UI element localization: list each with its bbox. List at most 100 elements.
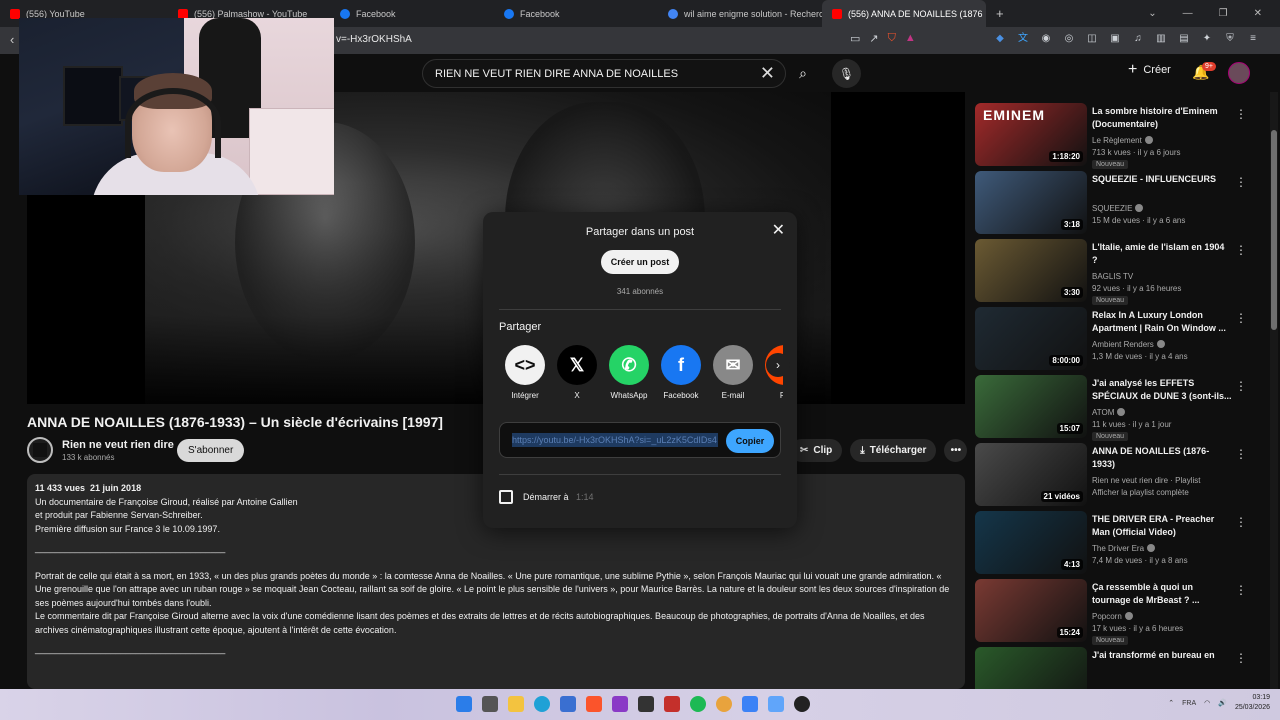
video-thumbnail[interactable]: 15:07 xyxy=(975,375,1087,438)
channel-avatar[interactable] xyxy=(27,437,53,463)
recommendation-item[interactable]: EMINEM 1:18:20 La sombre histoire d'Eminem… xyxy=(975,103,1245,169)
video-thumbnail[interactable]: 3:30 xyxy=(975,239,1087,302)
video-thumbnail[interactable]: 8:00:00 xyxy=(975,307,1087,370)
start-time-input[interactable]: 1:14 xyxy=(576,492,594,502)
recommendation-channel[interactable]: BAGLIS TV xyxy=(1092,272,1133,281)
video-thumbnail[interactable]: EMINEM 1:18:20 xyxy=(975,103,1087,166)
recommendation-item[interactable]: 3:30 L'Italie, amie de l'islam en 1904 ? B… xyxy=(975,239,1245,305)
recommendation-item[interactable]: J'ai transformé en bureau en ⋮ xyxy=(975,647,1245,689)
url-field[interactable]: v=-Hx3rOKHShA xyxy=(336,34,412,45)
recommendation-title[interactable]: Relax In A Luxury London Apartment | Rai… xyxy=(1092,309,1232,335)
share-target-int-grer[interactable]: <> Intégrer xyxy=(501,345,549,400)
video-thumbnail[interactable] xyxy=(975,647,1087,689)
video-thumbnail[interactable]: 15:24 xyxy=(975,579,1087,642)
recommendation-channel[interactable]: Rien ne veut rien dire · Playlist xyxy=(1092,476,1201,485)
recommendation-item[interactable]: 15:24 Ça ressemble à quoi un tournage de … xyxy=(975,579,1245,645)
video-thumbnail[interactable]: 21 vidéos xyxy=(975,443,1087,506)
tab-facebook-1[interactable]: Facebook xyxy=(330,0,494,27)
clear-search-icon[interactable]: ✕ xyxy=(760,63,775,84)
share-target-x[interactable]: 𝕏X xyxy=(553,345,601,400)
share-icon[interactable]: ↗ xyxy=(869,32,878,45)
new-tab-button[interactable]: + xyxy=(986,0,1010,27)
recommendation-title[interactable]: Ça ressemble à quoi un tournage de MrBea… xyxy=(1092,581,1232,607)
file-explorer-icon[interactable] xyxy=(508,696,524,712)
app-icon[interactable] xyxy=(612,696,628,712)
recommendation-title[interactable]: ANNA DE NOAILLES (1876-1933) xyxy=(1092,445,1232,471)
recommendation-channel[interactable]: ATOM xyxy=(1092,408,1126,417)
channel-name[interactable]: Rien ne veut rien dire xyxy=(62,439,174,451)
next-targets-button[interactable]: › xyxy=(766,353,790,377)
volume-icon[interactable]: 🔊 xyxy=(1218,699,1227,707)
chevron-up-icon[interactable]: ⌃ xyxy=(1168,699,1174,707)
scrollbar-thumb[interactable] xyxy=(1271,130,1277,330)
create-post-button[interactable]: Créer un post xyxy=(601,250,679,274)
video-thumbnail[interactable]: 4:13 xyxy=(975,511,1087,574)
recommendation-item[interactable]: 3:18 SQUEEZIE - INFLUENCEURS SQUEEZIE 15 M … xyxy=(975,171,1245,235)
vpn-icon[interactable]: ⛨ xyxy=(1223,32,1237,46)
recommendation-channel[interactable]: The Driver Era xyxy=(1092,544,1156,553)
calendar-icon[interactable]: ▣ xyxy=(1108,32,1122,46)
recommendation-title[interactable]: J'ai analysé les EFFETS SPÉCIAUX de DUNE… xyxy=(1092,377,1232,403)
screenshot-icon[interactable]: ◫ xyxy=(1085,32,1099,46)
app-icon[interactable] xyxy=(768,696,784,712)
clock[interactable]: 03:19 25/03/2026 xyxy=(1235,693,1270,713)
wifi-icon[interactable]: ◠ xyxy=(1204,699,1210,707)
recommendation-item[interactable]: 15:07 J'ai analysé les EFFETS SPÉCIAUX de… xyxy=(975,375,1245,441)
menu-icon[interactable]: ≡ xyxy=(1246,32,1260,46)
translate-icon[interactable]: 文 xyxy=(1016,32,1030,46)
app-icon[interactable] xyxy=(742,696,758,712)
recommendation-title[interactable]: La sombre histoire d'Eminem (Documentair… xyxy=(1092,105,1232,131)
clip-button[interactable]: ✂ Clip xyxy=(790,439,843,462)
brave-shield-icon[interactable]: ⛉ xyxy=(888,32,896,45)
more-vert-icon[interactable]: ⋮ xyxy=(1235,311,1245,325)
more-vert-icon[interactable]: ⋮ xyxy=(1235,447,1245,461)
more-vert-icon[interactable]: ⋮ xyxy=(1235,583,1245,597)
music-icon[interactable]: ♫ xyxy=(1131,32,1145,46)
account-avatar[interactable] xyxy=(1228,62,1250,84)
tab-active-video[interactable]: (556) ANNA DE NOAILLES (1876✕ xyxy=(822,0,986,27)
download-button[interactable]: ⤓ Télécharger xyxy=(850,439,937,462)
close-window-icon[interactable]: ✕ xyxy=(1254,8,1262,19)
more-vert-icon[interactable]: ⋮ xyxy=(1235,175,1245,189)
recommendation-title[interactable]: THE DRIVER ERA - Preacher Man (Official … xyxy=(1092,513,1232,539)
recommendation-item[interactable]: 4:13 THE DRIVER ERA - Preacher Man (Offic… xyxy=(975,511,1245,575)
voice-search-button[interactable]: 🎙 xyxy=(832,59,861,88)
maximize-icon[interactable]: ❐ xyxy=(1219,8,1228,19)
extension-icon[interactable]: ◎ xyxy=(1062,32,1076,46)
subscribe-button[interactable]: S'abonner xyxy=(177,439,245,462)
chrome-icon[interactable] xyxy=(716,696,732,712)
recommendation-item[interactable]: 21 vidéos ANNA DE NOAILLES (1876-1933) Rie… xyxy=(975,443,1245,507)
spotify-icon[interactable] xyxy=(690,696,706,712)
share-link-field[interactable]: https://youtu.be/-Hx3rOKHShA?si=_uL2zK5C… xyxy=(512,433,718,447)
start-at-checkbox[interactable] xyxy=(499,490,513,504)
recommendation-title[interactable]: SQUEEZIE - INFLUENCEURS xyxy=(1092,173,1232,186)
more-vert-icon[interactable]: ⋮ xyxy=(1235,243,1245,257)
back-icon[interactable]: ‹ xyxy=(10,32,14,47)
app-icon[interactable] xyxy=(664,696,680,712)
recommendation-channel[interactable]: Ambient Renders xyxy=(1092,340,1165,349)
store-icon[interactable] xyxy=(560,696,576,712)
video-thumbnail[interactable]: 3:18 xyxy=(975,171,1087,234)
more-vert-icon[interactable]: ⋮ xyxy=(1235,379,1245,393)
recommendation-title[interactable]: L'Italie, amie de l'islam en 1904 ? xyxy=(1092,241,1232,267)
tab-facebook-2[interactable]: Facebook xyxy=(494,0,658,27)
share-target-facebook[interactable]: f Facebook xyxy=(657,345,705,400)
brave-icon[interactable] xyxy=(586,696,602,712)
share-target-e-mail[interactable]: ✉ E-mail xyxy=(709,345,757,400)
share-target-whatsapp[interactable]: ✆ WhatsApp xyxy=(605,345,653,400)
copy-button[interactable]: Copier xyxy=(726,429,774,453)
recommendation-channel[interactable]: Popcorn xyxy=(1092,612,1133,621)
search-input[interactable]: RIEN NE VEUT RIEN DIRE ANNA DE NOAILLES … xyxy=(422,59,786,88)
more-vert-icon[interactable]: ⋮ xyxy=(1235,651,1245,665)
tab-google-search[interactable]: wil aime enigme solution - Recherche xyxy=(658,0,822,27)
language-indicator[interactable]: FRA xyxy=(1182,700,1196,707)
create-button[interactable]: + Créer xyxy=(1128,62,1171,78)
task-view-icon[interactable] xyxy=(482,696,498,712)
more-vert-icon[interactable]: ⋮ xyxy=(1235,107,1245,121)
cast-icon[interactable]: ▭ xyxy=(850,32,860,45)
wallet-icon[interactable]: ▤ xyxy=(1177,32,1191,46)
recommendation-channel[interactable]: SQUEEZIE xyxy=(1092,204,1144,213)
recommendation-channel[interactable]: Le Règlement xyxy=(1092,136,1153,145)
leo-icon[interactable]: ✦ xyxy=(1200,32,1214,46)
minimize-icon[interactable]: — xyxy=(1183,8,1193,19)
